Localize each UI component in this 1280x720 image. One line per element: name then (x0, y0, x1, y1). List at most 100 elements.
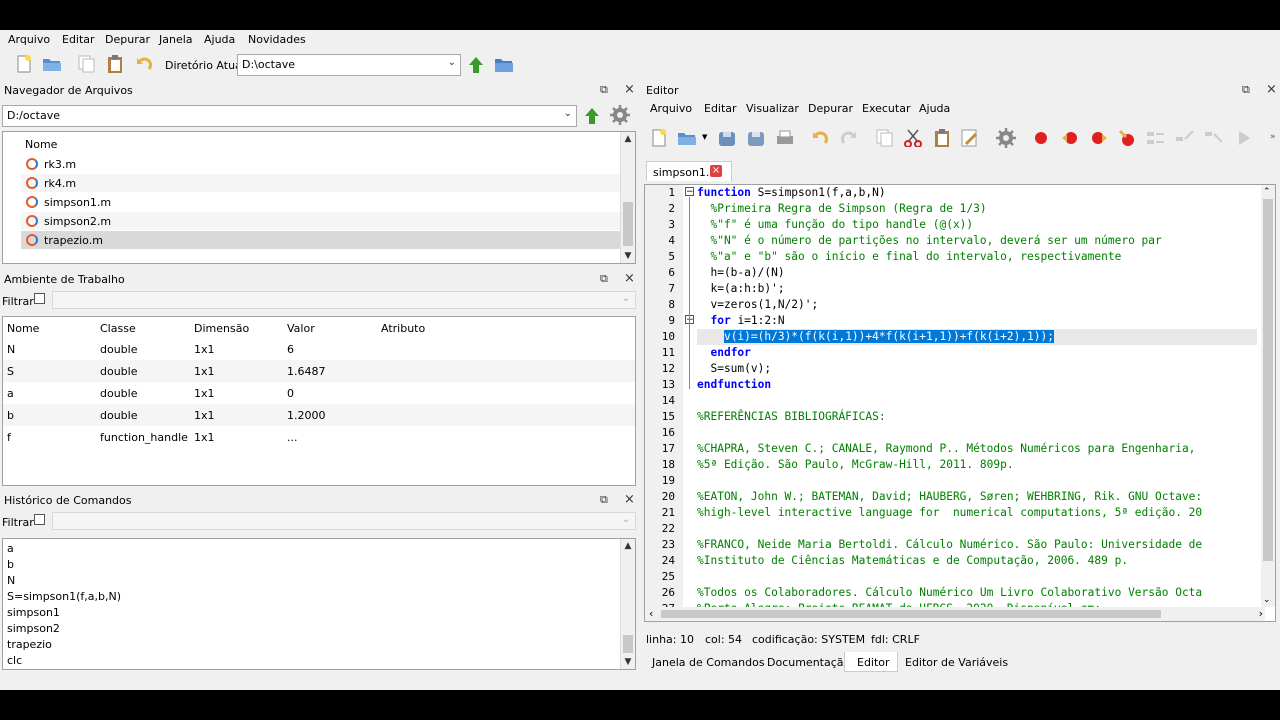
workspace-filter-input[interactable]: ⌄ (52, 291, 636, 309)
code-line[interactable]: %FRANCO, Neide Maria Bertoldi. Cálculo N… (697, 538, 1202, 551)
tab-editor-active[interactable]: Editor (844, 652, 898, 672)
code-line[interactable]: %high-level interactive language for num… (697, 506, 1202, 519)
find-replace-icon[interactable] (959, 127, 981, 149)
table-row[interactable]: b double 1x1 1.2000 (3, 404, 635, 426)
new-file-icon[interactable] (648, 127, 670, 149)
code-line[interactable]: %CHAPRA, Steven C.; CANALE, Raymond P.. … (697, 442, 1195, 455)
code-line[interactable]: %Primeira Regra de Simpson (Regra de 1/3… (697, 202, 986, 215)
list-item[interactable]: simpson1.m (21, 193, 621, 211)
scroll-thumb[interactable] (661, 610, 1161, 618)
step-out-icon[interactable] (1203, 127, 1225, 149)
code-line[interactable]: function S=simpson1(f,a,b,N) (697, 186, 886, 199)
menu-editar[interactable]: Editar (62, 33, 95, 46)
breakpoint-clear-icon[interactable] (1116, 127, 1138, 149)
code-line[interactable]: for i=1:2:N (697, 314, 784, 327)
parent-dir-icon[interactable] (465, 54, 487, 76)
column-header[interactable]: Atributo (381, 322, 425, 335)
history-filter-input[interactable]: ⌄ (52, 512, 636, 530)
undo-icon[interactable] (809, 127, 831, 149)
file-list-scrollbar[interactable]: ▲ ▼ (620, 132, 635, 263)
scroll-down-icon[interactable]: ▼ (621, 657, 635, 667)
table-row[interactable]: a double 1x1 0 (3, 382, 635, 404)
current-dir-combo[interactable]: D:\octave ⌄ (237, 54, 461, 76)
editor-menu-arquivo[interactable]: Arquivo (650, 102, 692, 115)
redo-icon[interactable] (838, 127, 860, 149)
close-icon[interactable]: × (1266, 82, 1277, 97)
tab-variable-editor[interactable]: Editor de Variáveis (905, 656, 1008, 674)
editor-vscrollbar[interactable]: ⌃ ⌄ (1261, 185, 1275, 607)
undock-icon[interactable]: ⧉ (600, 272, 608, 286)
chevron-down-icon[interactable]: ⌄ (1263, 595, 1271, 605)
column-header[interactable]: Nome (7, 322, 39, 335)
code-editor[interactable]: 1 function S=simpson1(f,a,b,N) 2 %Primeira… (644, 184, 1276, 622)
chevron-right-icon[interactable]: › (1259, 607, 1263, 620)
code-line[interactable]: %"N" é o número de partições no interval… (697, 234, 1161, 247)
undo-icon[interactable] (133, 53, 155, 75)
code-line[interactable]: h=(b-a)/(N) (697, 266, 784, 279)
paste-icon[interactable] (104, 53, 126, 75)
new-file-icon[interactable] (13, 53, 35, 75)
cut-icon[interactable] (902, 127, 924, 149)
scroll-thumb[interactable] (623, 635, 633, 653)
close-tab-icon[interactable]: × (710, 165, 722, 177)
print-icon[interactable] (774, 127, 796, 149)
code-line[interactable]: S=sum(v); (697, 362, 771, 375)
copy-icon[interactable] (76, 53, 98, 75)
undock-icon[interactable]: ⧉ (600, 493, 608, 507)
code-line[interactable]: %Todos os Colaboradores. Cálculo Numéric… (697, 586, 1202, 599)
paste-icon[interactable] (931, 127, 953, 149)
editor-menu-editar[interactable]: Editar (704, 102, 737, 115)
editor-menu-visualizar[interactable]: Visualizar (746, 102, 799, 115)
list-item[interactable]: rk3.m (21, 155, 621, 173)
scroll-thumb[interactable] (1263, 199, 1273, 561)
save-icon[interactable] (716, 127, 738, 149)
menu-ajuda[interactable]: Ajuda (204, 33, 235, 46)
copy-icon[interactable] (874, 127, 896, 149)
history-item[interactable]: N (7, 574, 15, 587)
menu-depurar[interactable]: Depurar (105, 33, 150, 46)
menu-novidades[interactable]: Novidades (248, 33, 306, 46)
column-header[interactable]: Dimensão (194, 322, 249, 335)
breakpoint-prev-icon[interactable] (1088, 127, 1110, 149)
list-item-selected[interactable]: trapezio.m (21, 231, 621, 249)
history-item[interactable]: simpson2 (7, 622, 60, 635)
editor-hscrollbar[interactable]: ‹ › (645, 607, 1265, 621)
history-scrollbar[interactable]: ▲ ▼ (620, 539, 635, 669)
code-lines[interactable]: 1 function S=simpson1(f,a,b,N) 2 %Primeira… (645, 185, 1265, 615)
history-item[interactable]: S=simpson1(f,a,b,N) (7, 590, 121, 603)
editor-menu-ajuda[interactable]: Ajuda (919, 102, 950, 115)
menu-janela[interactable]: Janela (159, 33, 193, 46)
code-line[interactable]: endfor (697, 346, 750, 359)
list-item[interactable]: simpson2.m (21, 212, 621, 230)
workspace-filter-checkbox[interactable] (34, 293, 45, 304)
file-list-header-name[interactable]: Nome (25, 138, 57, 151)
tab-documentation[interactable]: Documentação (767, 656, 850, 674)
history-filter-checkbox[interactable] (34, 514, 45, 525)
list-item[interactable]: rk4.m (21, 174, 621, 192)
table-row[interactable]: f function_handle 1x1 ... (3, 426, 635, 448)
chevron-up-icon[interactable]: ⌃ (1263, 187, 1271, 197)
tab-command-window[interactable]: Janela de Comandos (652, 656, 765, 674)
table-row[interactable]: N double 1x1 6 (3, 338, 635, 360)
code-line[interactable]: %REFERÊNCIAS BIBLIOGRÁFICAS: (697, 410, 886, 423)
open-folder-icon[interactable] (41, 53, 63, 75)
code-line[interactable]: v(i)=(h/3)*(f(k(i,1))+4*f(k(i+1,1))+f(k(… (697, 330, 1054, 343)
run-icon[interactable] (1233, 127, 1255, 149)
gear-icon[interactable] (995, 127, 1017, 149)
breakpoint-next-icon[interactable] (1059, 127, 1081, 149)
column-header[interactable]: Classe (100, 322, 136, 335)
editor-menu-executar[interactable]: Executar (862, 102, 911, 115)
toolbar-overflow-icon[interactable]: » (1270, 132, 1276, 142)
history-item[interactable]: simpson1 (7, 606, 60, 619)
scroll-up-icon[interactable]: ▲ (621, 541, 635, 551)
scroll-down-icon[interactable]: ▼ (621, 251, 635, 261)
column-header[interactable]: Valor (287, 322, 315, 335)
history-item[interactable]: trapezio (7, 638, 52, 651)
code-line[interactable]: %EATON, John W.; BATEMAN, David; HAUBERG… (697, 490, 1202, 503)
save-as-icon[interactable] (745, 127, 767, 149)
close-icon[interactable]: × (624, 271, 635, 286)
editor-tab[interactable]: simpson1.m × (646, 161, 732, 181)
step-in-icon[interactable] (1174, 127, 1196, 149)
code-line[interactable]: %Instituto de Ciências Matemáticas e de … (697, 554, 1128, 567)
breakpoint-toggle-icon[interactable] (1030, 127, 1052, 149)
